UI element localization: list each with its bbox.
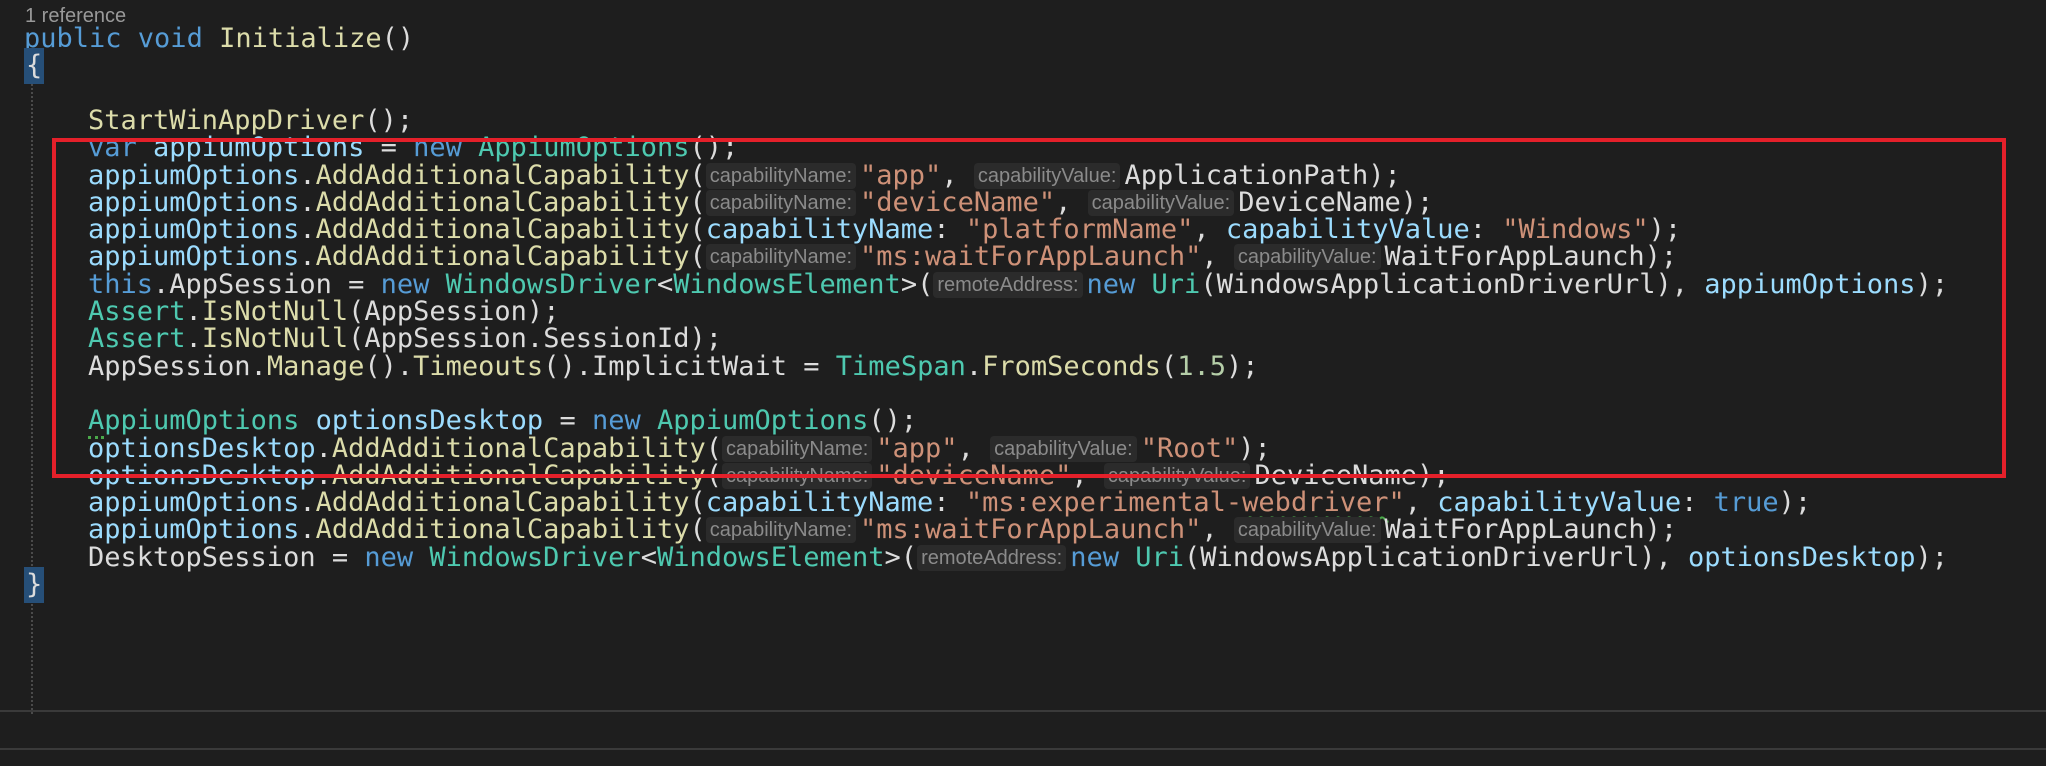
code-token: WindowsDriver xyxy=(429,541,641,573)
code-token: } xyxy=(24,567,45,603)
code-token: DesktopSession = xyxy=(88,541,365,573)
code-line-21[interactable]: } xyxy=(24,567,45,603)
code-token: Uri xyxy=(1135,541,1185,573)
code-token: Initialize xyxy=(219,23,382,54)
code-token: >( xyxy=(884,541,918,573)
code-token: < xyxy=(640,541,657,573)
code-token: true xyxy=(1713,487,1779,519)
inlay-hint: remoteAddress: xyxy=(917,544,1067,571)
code-line-20[interactable]: DesktopSession = new WindowsDriver<Windo… xyxy=(24,540,1948,576)
code-line-1[interactable]: public void Initialize() xyxy=(24,21,414,57)
highlight-annotation-box xyxy=(52,138,2006,478)
code-token: WindowsElement xyxy=(656,541,885,573)
code-token: ); xyxy=(1915,541,1949,573)
current-line-highlight xyxy=(0,710,2046,750)
code-token: void xyxy=(137,23,220,54)
code-token: : xyxy=(1681,487,1714,519)
code-token: optionsDesktop xyxy=(1687,541,1916,573)
code-token: new xyxy=(1070,541,1136,573)
code-token: new xyxy=(364,541,430,573)
code-token: ); xyxy=(1778,487,1812,519)
code-token: (WindowsApplicationDriverUrl), xyxy=(1184,541,1688,573)
code-editor[interactable]: 1 reference public void Initialize(){Sta… xyxy=(0,0,2046,766)
code-token: () xyxy=(381,23,415,54)
